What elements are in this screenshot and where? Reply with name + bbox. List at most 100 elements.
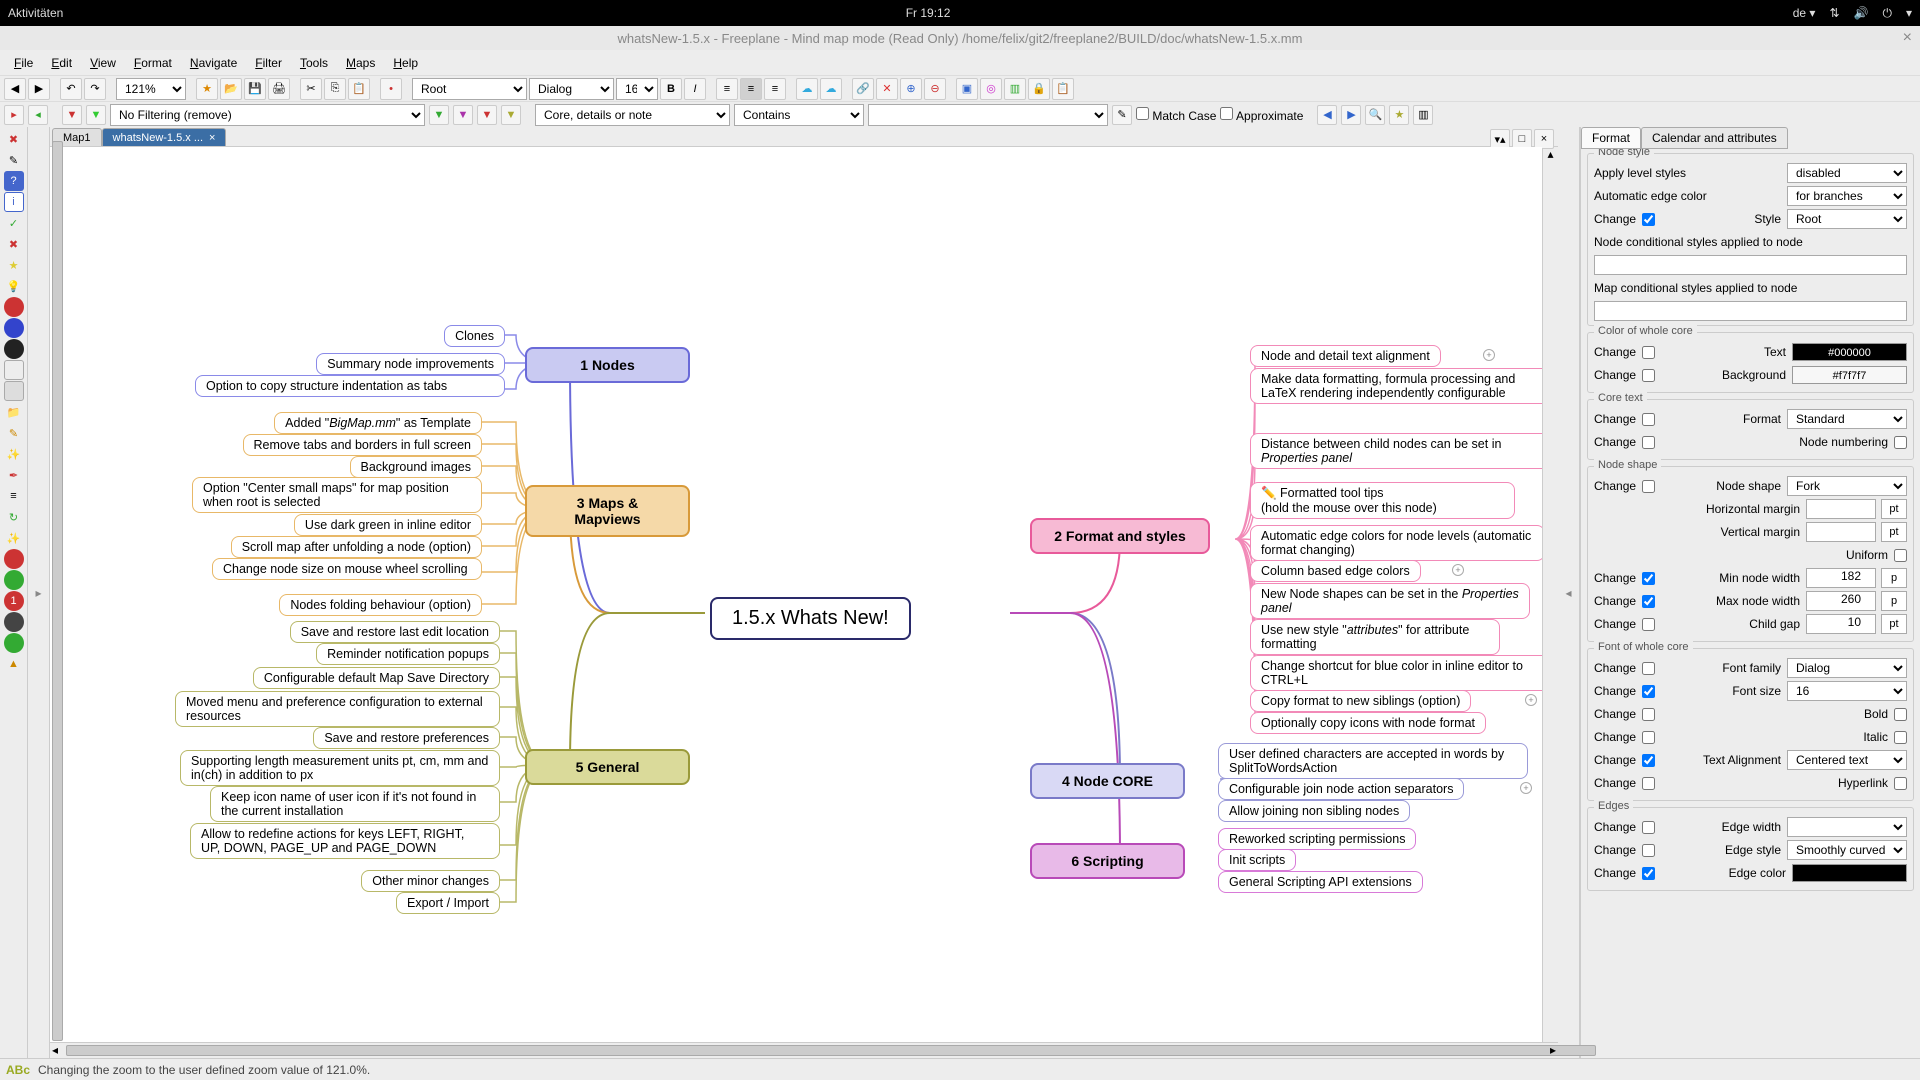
- edge-style-select[interactable]: Smoothly curved (: [1787, 840, 1907, 860]
- filter-operator-select[interactable]: Contains: [734, 104, 864, 126]
- node-b2-item[interactable]: ✏️ Formatted tool tips(hold the mouse ov…: [1250, 482, 1515, 519]
- redo-button[interactable]: ↷: [84, 78, 106, 100]
- icon-led-green[interactable]: [4, 633, 24, 653]
- uniform-checkbox[interactable]: [1894, 549, 1907, 562]
- new-map-button[interactable]: ★: [196, 78, 218, 100]
- change-minwidth-checkbox[interactable]: [1642, 572, 1655, 585]
- font-size-select[interactable]: 16: [1787, 681, 1907, 701]
- icon-stop[interactable]: [4, 549, 24, 569]
- font-family-select[interactable]: Dialog: [529, 78, 614, 100]
- icon-red-x[interactable]: ✖: [4, 129, 24, 149]
- highlight-button[interactable]: ★: [1389, 105, 1409, 125]
- node-b5-item[interactable]: Configurable default Map Save Directory: [253, 667, 500, 689]
- map-conditional-styles-field[interactable]: [1594, 301, 1907, 321]
- format-select[interactable]: Standard: [1787, 409, 1907, 429]
- approximate-checkbox[interactable]: Approximate: [1220, 107, 1303, 123]
- icon-square[interactable]: [4, 381, 24, 401]
- change-edgestyle-checkbox[interactable]: [1642, 844, 1655, 857]
- horizontal-scrollbar[interactable]: ◂ ▸: [50, 1042, 1558, 1058]
- node-b5-item[interactable]: Allow to redefine actions for keys LEFT,…: [190, 823, 500, 859]
- node-shape-select[interactable]: Fork: [1787, 476, 1907, 496]
- align-center-button[interactable]: ≡: [740, 78, 762, 100]
- save-button[interactable]: 💾: [244, 78, 266, 100]
- window-close-button[interactable]: ×: [1903, 29, 1912, 47]
- nav-forward-button[interactable]: ▶: [28, 78, 50, 100]
- node-b2-item[interactable]: Node and detail text alignment: [1250, 345, 1441, 367]
- attributes-button[interactable]: 📋: [1052, 78, 1074, 100]
- edge-width-select[interactable]: [1787, 817, 1907, 837]
- unit-label[interactable]: pt: [1881, 499, 1907, 519]
- icon-info[interactable]: i: [4, 192, 24, 212]
- filter-ancestors-button[interactable]: ▼: [453, 105, 473, 125]
- edge-color-swatch[interactable]: [1792, 864, 1907, 882]
- node-b2-item[interactable]: Use new style "attributes" for attribute…: [1250, 619, 1500, 655]
- icon-warning[interactable]: ✖: [4, 234, 24, 254]
- node-b3-item[interactable]: Added "BigMap.mm" as Template: [274, 412, 482, 434]
- node-b6-item[interactable]: Init scripts: [1218, 849, 1296, 871]
- node-b1-item[interactable]: Option to copy structure indentation as …: [195, 375, 505, 397]
- menu-file[interactable]: File: [6, 53, 41, 73]
- icon-pencil[interactable]: ✎: [4, 423, 24, 443]
- vertical-margin-input[interactable]: [1806, 522, 1876, 542]
- node-b3[interactable]: 3 Maps & Mapviews: [525, 485, 690, 537]
- node-b3-item[interactable]: Use dark green in inline editor: [294, 514, 482, 536]
- find-next-button[interactable]: ▶: [1341, 105, 1361, 125]
- fold-toggle[interactable]: +: [1525, 694, 1537, 706]
- node-b2-item[interactable]: Make data formatting, formula processing…: [1250, 368, 1542, 404]
- filter-edit-button[interactable]: ✎: [1112, 105, 1132, 125]
- center-button[interactable]: ◎: [980, 78, 1002, 100]
- change-numbering-checkbox[interactable]: [1642, 436, 1655, 449]
- keyboard-layout-indicator[interactable]: de ▾: [1793, 6, 1816, 20]
- cloud-color-button[interactable]: ☁: [820, 78, 842, 100]
- min-width-input[interactable]: 182: [1806, 568, 1876, 588]
- icon-ok[interactable]: ✓: [4, 213, 24, 233]
- menu-help[interactable]: Help: [385, 53, 426, 73]
- node-b6-item[interactable]: General Scripting API extensions: [1218, 871, 1423, 893]
- node-b1[interactable]: 1 Nodes: [525, 347, 690, 383]
- filter-preset-select[interactable]: No Filtering (remove): [110, 104, 425, 126]
- node-b3-item[interactable]: Remove tabs and borders in full screen: [243, 434, 482, 456]
- remove-link-button[interactable]: ⊖: [924, 78, 946, 100]
- system-menu-chevron-icon[interactable]: ▾: [1906, 6, 1912, 20]
- filter-toggle-button[interactable]: ▼: [62, 105, 82, 125]
- tab-close-button[interactable]: ×: [1534, 129, 1554, 149]
- unit-label[interactable]: p: [1881, 568, 1907, 588]
- node-b5-item[interactable]: Supporting length measurement units pt, …: [180, 750, 500, 786]
- network-icon[interactable]: ⇅: [1829, 6, 1839, 20]
- icon-pen[interactable]: ✒: [4, 465, 24, 485]
- horizontal-margin-input[interactable]: [1806, 499, 1876, 519]
- change-bold-checkbox[interactable]: [1642, 708, 1655, 721]
- change-hyperlink-checkbox[interactable]: [1642, 777, 1655, 790]
- change-maxwidth-checkbox[interactable]: [1642, 595, 1655, 608]
- icon-flag-black[interactable]: [4, 339, 24, 359]
- find-prev-button[interactable]: ◀: [1317, 105, 1337, 125]
- font-size-select[interactable]: 16: [616, 78, 658, 100]
- fold-button[interactable]: ◂: [28, 105, 48, 125]
- icon-list[interactable]: ≡: [4, 486, 24, 506]
- apply-level-styles-select[interactable]: disabled: [1787, 163, 1907, 183]
- match-case-checkbox[interactable]: Match Case: [1136, 107, 1216, 123]
- icon-arrow-up[interactable]: ▲: [4, 654, 24, 674]
- node-b2-item[interactable]: Automatic edge colors for node levels (a…: [1250, 525, 1542, 561]
- menu-filter[interactable]: Filter: [247, 53, 290, 73]
- change-format-checkbox[interactable]: [1642, 413, 1655, 426]
- mindmap-canvas[interactable]: 1.5.x Whats New! 1 Nodes Clones Summary …: [50, 147, 1542, 1042]
- right-panel-collapse[interactable]: ◂: [1558, 127, 1580, 1058]
- encrypt-button[interactable]: 🔒: [1028, 78, 1050, 100]
- print-button[interactable]: 🖨: [268, 78, 290, 100]
- change-gap-checkbox[interactable]: [1642, 618, 1655, 631]
- fold-toggle[interactable]: +: [1483, 349, 1495, 361]
- style-select[interactable]: Root: [1787, 209, 1907, 229]
- vertical-scrollbar[interactable]: ▴: [1542, 147, 1558, 1042]
- change-edgewidth-checkbox[interactable]: [1642, 821, 1655, 834]
- node-b1-item[interactable]: Summary node improvements: [316, 353, 505, 375]
- icon-folder[interactable]: 📁: [4, 402, 24, 422]
- close-tab-icon[interactable]: ×: [209, 132, 215, 144]
- text-alignment-select[interactable]: Centered text: [1787, 750, 1907, 770]
- filter-value-input[interactable]: [868, 104, 1108, 126]
- undo-button[interactable]: ↶: [60, 78, 82, 100]
- tab-menu-button[interactable]: ▾▴: [1490, 129, 1510, 149]
- fit-page-button[interactable]: ▣: [956, 78, 978, 100]
- icon-go[interactable]: [4, 570, 24, 590]
- tab-calendar-attributes[interactable]: Calendar and attributes: [1641, 127, 1788, 149]
